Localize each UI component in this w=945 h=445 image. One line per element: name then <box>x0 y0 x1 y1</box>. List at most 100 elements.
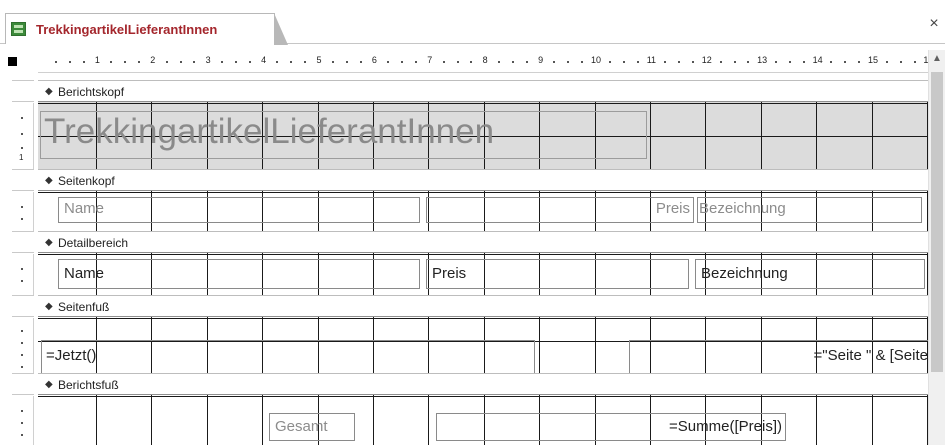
vruler-segment: 1 <box>12 103 34 169</box>
ruler-tick <box>248 61 251 63</box>
ruler-tick <box>719 61 722 63</box>
ruler-tick <box>359 61 362 63</box>
ruler-number: 13 <box>757 55 768 65</box>
footer-date-textbox[interactable]: =Jetzt() <box>41 340 535 373</box>
ruler-tick <box>553 61 556 63</box>
ruler-number: 15 <box>867 55 879 65</box>
band-bar-seitenkopf[interactable]: ◆ Seitenkopf <box>38 169 928 191</box>
vruler-segment <box>12 192 34 233</box>
report-design-surface[interactable]: ◆ Berichtskopf TrekkingartikelLieferantI… <box>38 80 928 445</box>
grid-line <box>96 395 97 445</box>
ruler-tick <box>775 61 778 63</box>
grid-line <box>38 103 928 104</box>
ruler-tick <box>331 61 334 63</box>
section-detailbereich[interactable]: Name Preis Bezeichnung <box>38 253 928 295</box>
report-selector-button[interactable] <box>8 57 17 66</box>
section-arrow-icon: ◆ <box>45 379 53 390</box>
vruler-segment <box>12 396 34 445</box>
ruler-tick <box>290 61 293 63</box>
vruler-band-marker <box>12 373 34 395</box>
report-title-label[interactable]: TrekkingartikelLieferantInnen <box>40 111 647 159</box>
report-tab[interactable]: TrekkingartikelLieferantInnen <box>5 13 288 45</box>
grid-line <box>539 317 540 373</box>
section-seitenkopf[interactable]: Name Preis Bezeichnung <box>38 191 928 232</box>
ruler-tick <box>82 61 85 63</box>
ruler-tick <box>498 61 501 63</box>
section-berichtsfuss[interactable]: Gesamt =Summe([Preis]) <box>38 395 928 445</box>
band-bar-detailbereich[interactable]: ◆ Detailbereich <box>38 231 928 253</box>
ruler-tick <box>885 61 888 63</box>
total-label[interactable]: Gesamt <box>269 413 355 441</box>
document-tab-bar: TrekkingartikelLieferantInnen × <box>0 0 945 45</box>
vruler-band-marker <box>12 80 34 102</box>
section-seitenfuss[interactable]: =Jetzt() ="Seite " & [Seite <box>38 317 928 373</box>
total-sum-textbox[interactable]: =Summe([Preis]) <box>436 413 786 441</box>
ruler-number: 11 <box>646 55 657 65</box>
grid-line <box>207 395 208 445</box>
ruler-tick <box>193 61 196 63</box>
ruler-tick <box>68 61 71 63</box>
detail-bezeichnung-textbox[interactable]: Bezeichnung <box>695 259 925 289</box>
ruler-number: 12 <box>701 55 712 65</box>
detail-preis-textbox[interactable]: Preis <box>426 259 689 289</box>
grid-line <box>872 102 873 169</box>
ruler-number: 2 <box>150 55 156 65</box>
ruler-number: 8 <box>482 55 488 65</box>
header-name-label[interactable]: Name <box>58 197 420 223</box>
vruler-band-marker <box>12 231 34 253</box>
close-icon[interactable]: × <box>927 16 941 32</box>
ruler-tick <box>456 61 459 63</box>
grid-line <box>872 395 873 445</box>
vruler-band-marker <box>12 169 34 191</box>
ruler-number: 10 <box>590 55 602 65</box>
scrollbar-thumb[interactable] <box>931 72 943 372</box>
ruler-number: 5 <box>316 55 322 65</box>
section-arrow-icon: ◆ <box>45 175 53 186</box>
scroll-up-icon[interactable]: ▲ <box>929 50 945 67</box>
report-icon <box>11 22 26 36</box>
section-arrow-icon: ◆ <box>45 237 53 248</box>
report-tab-label: TrekkingartikelLieferantInnen <box>36 22 218 37</box>
ruler-number: 3 <box>205 55 211 65</box>
ruler-tick <box>54 61 57 63</box>
band-bar-berichtskopf[interactable]: ◆ Berichtskopf <box>38 80 928 102</box>
vertical-ruler[interactable]: 1 <box>12 80 34 445</box>
ruler-tick <box>442 61 445 63</box>
grid-line <box>816 395 817 445</box>
ruler-tick <box>622 61 625 63</box>
header-preis-label[interactable]: Preis <box>426 197 694 223</box>
ruler-number: 1 <box>94 55 100 65</box>
band-label: Detailbereich <box>58 236 129 250</box>
band-bar-seitenfuss[interactable]: ◆ Seitenfuß <box>38 295 928 317</box>
ruler-tick <box>664 61 667 63</box>
section-berichtskopf[interactable]: TrekkingartikelLieferantInnen <box>38 102 928 169</box>
header-bezeichnung-label[interactable]: Bezeichnung <box>697 197 922 223</box>
grid-line <box>38 396 928 397</box>
ruler-tick <box>124 61 127 63</box>
grid-line <box>927 102 928 169</box>
ruler-tick <box>844 61 847 63</box>
grid-line <box>373 395 374 445</box>
grid-line <box>705 102 706 169</box>
ruler-tick <box>830 61 833 63</box>
footer-page-textbox[interactable]: ="Seite " & [Seite <box>629 340 928 373</box>
vruler-segment <box>12 318 34 373</box>
ruler-tick <box>858 61 861 63</box>
grid-line <box>38 254 928 255</box>
ruler-tick <box>470 61 473 63</box>
section-arrow-icon: ◆ <box>45 86 53 97</box>
detail-name-textbox[interactable]: Name <box>58 259 420 289</box>
ruler-tick <box>899 61 902 63</box>
band-bar-berichtsfuss[interactable]: ◆ Berichtsfuß <box>38 373 928 395</box>
ruler-tick <box>691 61 694 63</box>
band-label: Berichtskopf <box>58 85 125 99</box>
ruler-tick <box>165 61 168 63</box>
ruler-tick <box>678 61 681 63</box>
horizontal-ruler[interactable]: 12345678910111213141516 <box>38 51 933 73</box>
ruler-tick <box>802 61 805 63</box>
ruler-tick <box>234 61 237 63</box>
grid-line <box>38 318 928 319</box>
vertical-scrollbar[interactable]: ▲ <box>928 50 945 445</box>
ruler-tick <box>414 61 417 63</box>
ruler-tick <box>401 61 404 63</box>
